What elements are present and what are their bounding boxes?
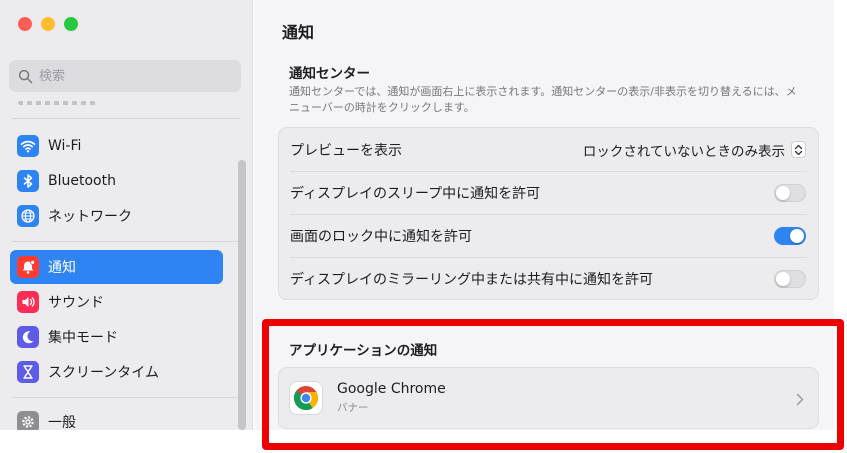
- chrome-icon: [289, 381, 323, 415]
- sidebar-item-label: スクリーンタイム: [48, 365, 160, 381]
- sidebar-item-label: 集中モード: [48, 330, 118, 346]
- popup-value: ロックされていないときのみ表示: [582, 143, 785, 160]
- sidebar: Wi-Fi Bluetooth ネットワーク 通知 サウンド 集中モード: [0, 0, 253, 433]
- screenshot-margin: [0, 430, 847, 453]
- setting-label: ディスプレイのミラーリング中または共有中に通知を許可: [290, 271, 654, 288]
- wifi-icon: [17, 135, 39, 157]
- updown-chevron-icon: [791, 141, 806, 158]
- notification-settings-group: プレビューを表示 ロックされていないときのみ表示 ディスプレイのスリープ中に通知…: [278, 127, 819, 300]
- sidebar-divider: [12, 241, 240, 242]
- sidebar-divider: [12, 397, 240, 398]
- notification-center-description: 通知センターでは、通知が画面右上に表示されます。通知センターの表示/非表示を切り…: [289, 85, 797, 114]
- page-title: 通知: [282, 23, 315, 42]
- setting-label: プレビューを表示: [290, 142, 402, 159]
- app-notifications-title: アプリケーションの通知: [289, 343, 438, 359]
- clipped-sidebar-row: [18, 101, 98, 105]
- preview-popup-button[interactable]: ロックされていないときのみ表示: [583, 140, 806, 160]
- sidebar-item-notifications[interactable]: 通知: [10, 250, 223, 284]
- main-content: 通知 通知センター 通知センターでは、通知が画面右上に表示されます。通知センター…: [254, 0, 834, 453]
- setting-label: 画面のロック中に通知を許可: [290, 228, 472, 245]
- sidebar-item-label: 一般: [48, 415, 76, 431]
- sidebar-item-sound[interactable]: サウンド: [10, 285, 223, 319]
- bell-icon: [17, 256, 39, 278]
- setting-label: ディスプレイのスリープ中に通知を許可: [290, 185, 541, 202]
- search-icon: [18, 69, 33, 83]
- sidebar-item-network[interactable]: ネットワーク: [10, 199, 223, 233]
- hourglass-icon: [17, 361, 39, 383]
- app-alert-style: バナー: [337, 402, 369, 414]
- search-input[interactable]: [39, 68, 229, 84]
- lock-notifications-toggle[interactable]: [774, 226, 806, 245]
- chevron-right-icon: [796, 391, 804, 410]
- app-row-google-chrome[interactable]: Google Chrome バナー: [278, 367, 819, 429]
- sidebar-item-label: Bluetooth: [48, 173, 116, 189]
- globe-icon: [17, 205, 39, 227]
- sidebar-item-focus[interactable]: 集中モード: [10, 320, 223, 354]
- sidebar-item-wifi[interactable]: Wi-Fi: [10, 129, 223, 163]
- sleep-notifications-toggle[interactable]: [774, 183, 806, 202]
- search-field[interactable]: [9, 60, 241, 92]
- app-text: Google Chrome バナー: [337, 381, 446, 415]
- sidebar-scrollbar[interactable]: [238, 160, 246, 430]
- sidebar-item-label: Wi-Fi: [48, 138, 82, 154]
- minimize-window-button[interactable]: [41, 17, 55, 31]
- sidebar-item-label: ネットワーク: [48, 209, 132, 225]
- mirroring-notifications-toggle[interactable]: [774, 269, 806, 288]
- window-controls: [18, 17, 78, 31]
- lock-notifications-row: 画面のロック中に通知を許可: [279, 214, 818, 257]
- sleep-notifications-row: ディスプレイのスリープ中に通知を許可: [279, 171, 818, 214]
- app-name: Google Chrome: [337, 381, 446, 397]
- bluetooth-icon: [17, 170, 39, 192]
- sidebar-item-label: サウンド: [48, 295, 104, 311]
- sidebar-item-screen-time[interactable]: スクリーンタイム: [10, 355, 223, 389]
- mirroring-notifications-row: ディスプレイのミラーリング中または共有中に通知を許可: [279, 257, 818, 300]
- screenshot-margin: [834, 0, 847, 453]
- zoom-window-button[interactable]: [64, 17, 78, 31]
- sidebar-item-label: 通知: [48, 260, 76, 276]
- notification-center-title: 通知センター: [289, 66, 370, 82]
- moon-icon: [17, 326, 39, 348]
- sidebar-item-bluetooth[interactable]: Bluetooth: [10, 164, 223, 198]
- speaker-icon: [17, 291, 39, 313]
- sidebar-divider: [12, 118, 240, 119]
- preview-setting-row: プレビューを表示 ロックされていないときのみ表示: [279, 128, 818, 171]
- close-window-button[interactable]: [18, 17, 32, 31]
